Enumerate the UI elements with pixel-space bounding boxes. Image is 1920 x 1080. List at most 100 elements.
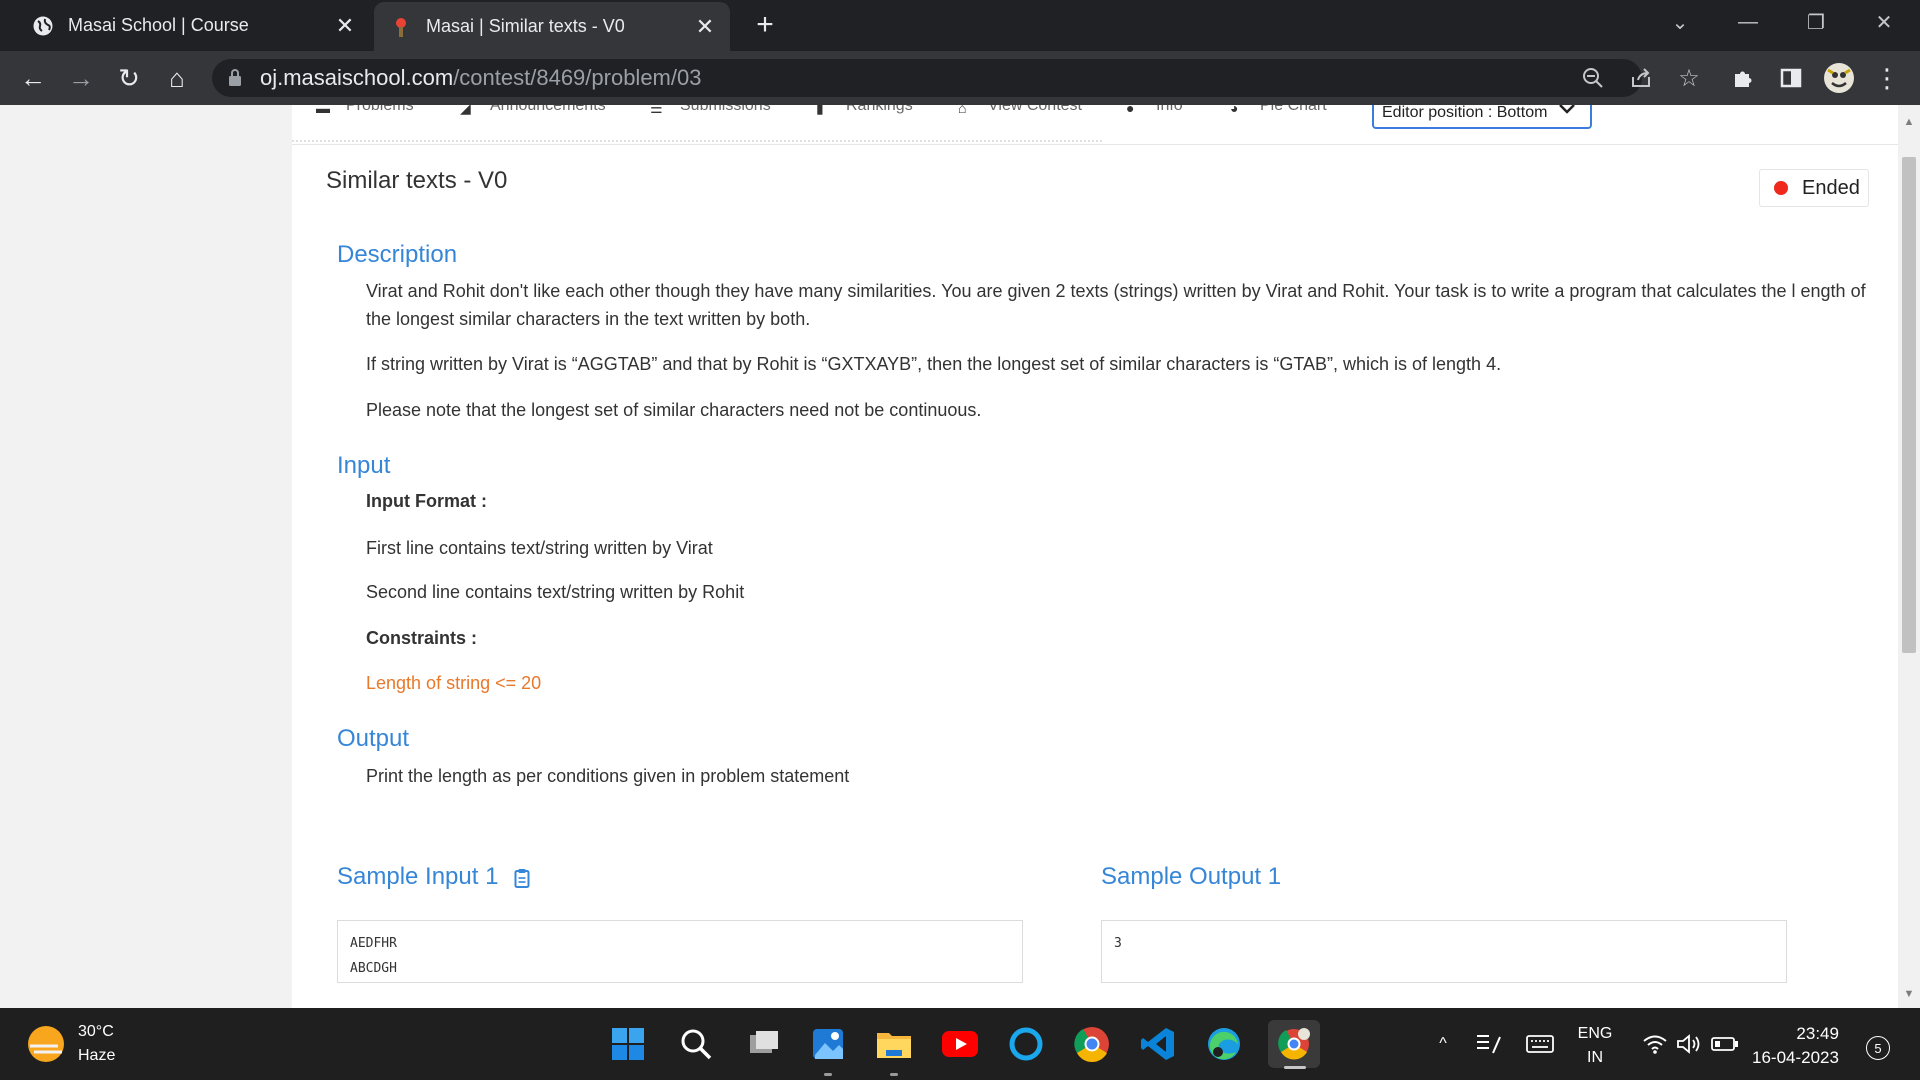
sample-input-line: AEDFHR xyxy=(350,936,397,951)
scroll-up-arrow-icon[interactable]: ▲ xyxy=(1898,113,1920,131)
subnav-item-pie-chart[interactable]: ◕ Pie Chart xyxy=(1230,105,1327,116)
forward-arrow-icon[interactable]: → xyxy=(62,59,100,97)
masai-favicon-icon xyxy=(390,16,412,38)
scrollbar-thumb[interactable] xyxy=(1902,157,1916,653)
address-bar[interactable]: oj.masaischool.com/contest/8469/problem/… xyxy=(212,59,1700,97)
lines-icon: ☰ xyxy=(650,105,663,116)
tab-search-chevron-icon[interactable]: ⌄ xyxy=(1646,0,1714,44)
input-line-2: Second line contains text/string written… xyxy=(366,582,745,602)
haze-sun-icon xyxy=(28,1026,64,1062)
bar-chart-icon: ▮ xyxy=(816,105,824,116)
edge-icon[interactable] xyxy=(1202,1022,1246,1066)
extensions-puzzle-icon[interactable] xyxy=(1724,59,1762,97)
cortana-icon[interactable] xyxy=(1004,1022,1048,1066)
side-panel-icon[interactable] xyxy=(1772,59,1810,97)
page-scrollbar[interactable]: ▲ ▼ xyxy=(1898,105,1920,1008)
close-tab-icon[interactable]: ✕ xyxy=(694,14,716,39)
running-indicator xyxy=(824,1073,832,1076)
start-button-icon[interactable] xyxy=(606,1022,650,1066)
show-hidden-icons-chevron-icon[interactable]: ^ xyxy=(1430,1022,1456,1066)
back-arrow-icon[interactable]: ← xyxy=(14,59,52,97)
problem-card: ▬ Problems ◢ Announcements ☰ Submissions ▮ R… xyxy=(292,105,1898,1008)
description-paragraph-3: Please note that the longest set of simi… xyxy=(366,400,982,420)
menu-kebab-icon[interactable]: ⋮ xyxy=(1868,59,1906,97)
editor-position-value: Editor position : Bottom xyxy=(1382,105,1548,121)
page-title: Similar texts - V0 xyxy=(326,167,508,194)
volume-icon[interactable] xyxy=(1674,1022,1704,1066)
pen-menu-icon[interactable] xyxy=(1474,1022,1504,1066)
subnav-item-submissions[interactable]: ☰ Submissions xyxy=(650,105,771,116)
input-format-label: Input Format : xyxy=(366,491,487,511)
chrome-icon[interactable] xyxy=(1070,1022,1114,1066)
lang-bottom: IN xyxy=(1587,1049,1603,1066)
input-heading: Input xyxy=(337,452,391,479)
page-viewport: ▬ Problems ◢ Announcements ☰ Submissions ▮ R… xyxy=(0,105,1898,1008)
tab-title: Masai | Similar texts - V0 xyxy=(426,16,625,36)
sample-output-line: 3 xyxy=(1114,936,1122,951)
file-explorer-icon[interactable] xyxy=(872,1022,916,1076)
notification-count-badge[interactable]: 5 xyxy=(1866,1036,1890,1060)
search-icon[interactable] xyxy=(674,1022,718,1066)
photos-app-icon[interactable] xyxy=(806,1022,850,1076)
subnav-item-view-contest[interactable]: ⌂ View Contest xyxy=(958,105,1082,116)
chrome-profile-active-icon[interactable] xyxy=(1268,1020,1320,1069)
tab-masai-course[interactable]: Masai School | Course ✕ xyxy=(28,0,362,51)
weather-widget[interactable]: 30°C Haze xyxy=(28,1020,115,1068)
subnav-item-rankings[interactable]: ▮ Rankings xyxy=(816,105,913,116)
close-window-button[interactable]: ✕ xyxy=(1850,0,1918,44)
scroll-down-arrow-icon[interactable]: ▼ xyxy=(1898,985,1920,1003)
input-language-indicator[interactable]: ENG IN xyxy=(1574,1022,1616,1070)
sample-input-box[interactable]: AEDFHR ABCDGH xyxy=(337,920,1023,983)
windows-taskbar: 30°C Haze ^ ENG IN 23:49 16-04-2023 5 xyxy=(0,1008,1920,1080)
new-tab-button[interactable]: + xyxy=(748,8,782,42)
clipboard-copy-icon[interactable] xyxy=(514,867,530,888)
url-text: oj.masaischool.com/contest/8469/problem/… xyxy=(260,65,702,90)
subnav-item-problems[interactable]: ▬ Problems xyxy=(316,105,414,116)
tab-similar-texts[interactable]: Masai | Similar texts - V0 ✕ xyxy=(374,2,730,51)
close-tab-icon[interactable]: ✕ xyxy=(334,13,356,38)
sample-output-box[interactable]: 3 xyxy=(1101,920,1787,983)
youtube-icon[interactable] xyxy=(938,1022,982,1066)
lang-top: ENG xyxy=(1577,1025,1613,1042)
description-paragraph-2: If string written by Virat is “AGGTAB” a… xyxy=(366,354,1502,374)
sample-input-label: Sample Input 1 xyxy=(337,863,499,890)
output-heading: Output xyxy=(337,725,410,752)
weather-temp: 30°C xyxy=(78,1023,114,1040)
sample-input-heading: Sample Input 1 xyxy=(337,863,530,891)
home-icon[interactable]: ⌂ xyxy=(158,59,196,97)
restore-button[interactable]: ❐ xyxy=(1782,0,1850,44)
contest-subnav: ▬ Problems ◢ Announcements ☰ Submissions ▮ R… xyxy=(292,105,1898,145)
share-icon[interactable] xyxy=(1622,59,1660,97)
reload-icon[interactable]: ↻ xyxy=(110,59,148,97)
profile-avatar[interactable] xyxy=(1820,59,1858,97)
info-icon: ● xyxy=(1126,105,1135,116)
system-clock[interactable]: 23:49 16-04-2023 xyxy=(1752,1022,1839,1070)
list-icon: ▬ xyxy=(316,105,330,116)
browser-tab-bar: Masai School | Course ✕ Masai | Similar … xyxy=(0,0,1920,51)
bookmark-star-icon[interactable]: ☆ xyxy=(1670,59,1708,97)
task-view-icon[interactable] xyxy=(742,1022,786,1066)
description-heading: Description xyxy=(337,241,458,268)
status-badge: Ended xyxy=(1759,169,1869,207)
battery-icon[interactable] xyxy=(1708,1022,1742,1066)
zoom-icon[interactable] xyxy=(1574,59,1612,97)
subnav-divider xyxy=(292,140,1102,142)
lock-icon[interactable] xyxy=(228,68,246,88)
weather-text: 30°C Haze xyxy=(78,1020,115,1068)
vscode-icon[interactable] xyxy=(1136,1022,1180,1066)
status-text: Ended xyxy=(1802,176,1860,199)
editor-position-select[interactable]: Editor position : Bottom xyxy=(1372,105,1592,129)
description-paragraph-1: Virat and Rohit don't like each other th… xyxy=(366,281,1866,329)
sample-output-heading: Sample Output 1 xyxy=(1101,863,1282,890)
ended-dot-icon xyxy=(1774,181,1788,195)
wifi-icon[interactable] xyxy=(1640,1022,1670,1066)
constraints-label: Constraints : xyxy=(366,628,478,648)
subnav-item-info[interactable]: ● Info xyxy=(1126,105,1183,116)
subnav-item-announcements[interactable]: ◢ Announcements xyxy=(460,105,606,116)
clock-time: 23:49 xyxy=(1796,1024,1839,1043)
minimize-button[interactable]: — xyxy=(1714,0,1782,44)
weather-desc: Haze xyxy=(78,1047,116,1064)
tab-title: Masai School | Course xyxy=(68,15,249,35)
input-line-1: First line contains text/string written … xyxy=(366,538,713,558)
touch-keyboard-icon[interactable] xyxy=(1524,1022,1556,1066)
